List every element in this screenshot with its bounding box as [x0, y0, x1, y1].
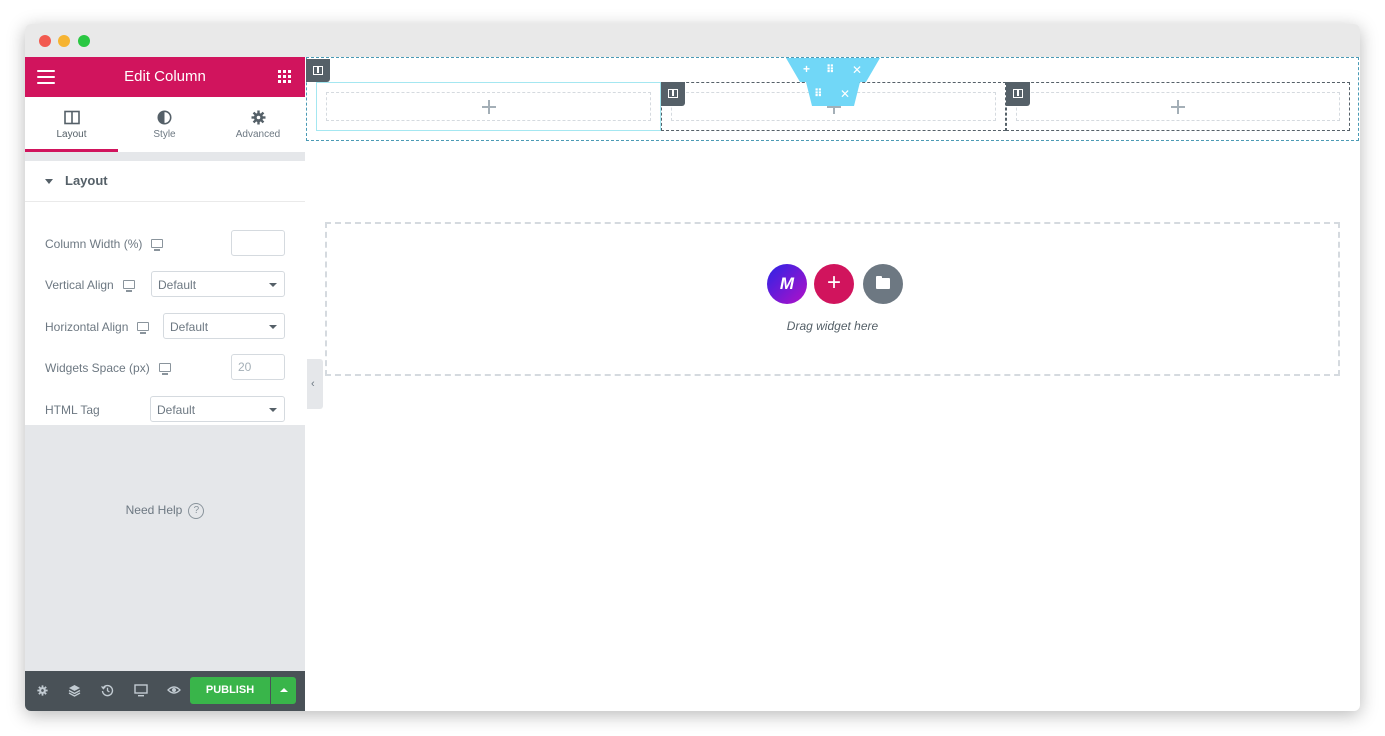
tab-style-label: Style	[153, 129, 176, 140]
add-template-button[interactable]	[863, 264, 903, 304]
gear-icon	[37, 685, 48, 696]
add-section-icon[interactable]: +	[803, 62, 810, 76]
layout-controls: Column Width (%) Vertical Align Default …	[25, 202, 305, 425]
widgets-grid-icon[interactable]	[278, 70, 291, 83]
publish-options-button[interactable]	[271, 677, 296, 704]
publish-button[interactable]: PUBLISH	[190, 677, 270, 704]
need-help-link[interactable]: Need Help?	[25, 503, 305, 519]
title-bar	[25, 24, 1360, 57]
add-new-section-button[interactable]: +	[814, 264, 854, 304]
add-widget-plus-icon[interactable]	[1171, 99, 1185, 114]
widgets-space-control: Widgets Space (px) 20	[25, 353, 305, 383]
vertical-align-control: Vertical Align Default	[25, 270, 305, 300]
navigator-footer-button[interactable]	[59, 671, 91, 711]
column-1[interactable]	[316, 82, 661, 131]
template-library-logo-button[interactable]: M	[767, 264, 807, 304]
columns-icon	[63, 110, 80, 125]
tab-advanced[interactable]: Advanced	[211, 97, 305, 152]
question-circle-icon: ?	[188, 503, 205, 519]
column-width-label: Column Width (%)	[45, 237, 143, 251]
horizontal-align-label: Horizontal Align	[45, 320, 129, 334]
tab-layout[interactable]: Layout	[25, 97, 118, 152]
chevron-left-icon: ‹	[311, 378, 315, 390]
widgets-space-label: Widgets Space (px)	[45, 361, 150, 375]
gear-icon	[251, 110, 265, 125]
delete-column-icon[interactable]: ✕	[840, 87, 850, 101]
column-2-handle[interactable]	[661, 82, 685, 106]
panel-tabs: Layout Style Advanced	[25, 97, 305, 152]
responsive-icon	[134, 684, 148, 697]
empty-column-area[interactable]	[1016, 92, 1340, 121]
tab-advanced-label: Advanced	[235, 129, 281, 140]
column-edit-icon	[668, 89, 678, 98]
layout-section-header[interactable]: Layout	[25, 161, 305, 202]
eye-icon	[167, 686, 181, 694]
panel-footer: PUBLISH	[25, 671, 305, 711]
preview-footer-button[interactable]	[158, 671, 190, 711]
column-3[interactable]	[1006, 82, 1350, 131]
section-title: Layout	[65, 173, 108, 188]
vertical-align-label: Vertical Align	[45, 278, 114, 292]
minimize-window-button[interactable]	[58, 35, 70, 47]
editor-panel: Edit Column Layout Style Advanced Layout	[25, 57, 305, 711]
app-window: Edit Column Layout Style Advanced Layout	[25, 24, 1360, 711]
drag-section-icon[interactable]: ⠿	[826, 63, 835, 76]
column-width-input[interactable]	[231, 230, 285, 256]
drag-widget-hint: Drag widget here	[786, 319, 879, 333]
section-toolbar: + ⠿ ✕ ⠿ ✕	[786, 58, 880, 106]
desktop-responsive-icon[interactable]	[137, 322, 150, 334]
html-tag-select[interactable]: Default	[150, 396, 285, 422]
horizontal-align-control: Horizontal Align Default	[25, 312, 305, 342]
tab-style[interactable]: Style	[118, 97, 211, 152]
layers-icon	[68, 685, 81, 697]
folder-icon	[876, 276, 890, 289]
column-width-control: Column Width (%)	[25, 229, 305, 259]
add-section-dropzone[interactable]: M + Drag widget here	[325, 222, 1340, 376]
desktop-responsive-icon[interactable]	[158, 363, 171, 375]
delete-section-icon[interactable]: ✕	[852, 63, 862, 77]
history-footer-button[interactable]	[92, 671, 124, 711]
column-edit-icon	[1013, 89, 1023, 98]
widgets-space-input[interactable]: 20	[231, 354, 285, 380]
html-tag-label: HTML Tag	[45, 403, 100, 417]
horizontal-align-select[interactable]: Default	[163, 313, 285, 339]
settings-footer-button[interactable]	[26, 671, 58, 711]
column-3-handle[interactable]	[1006, 82, 1030, 106]
half-circle-icon	[157, 110, 172, 125]
section-handle[interactable]	[306, 59, 330, 82]
tab-layout-label: Layout	[56, 129, 87, 140]
empty-column-area[interactable]	[326, 92, 651, 121]
vertical-align-select[interactable]: Default	[151, 271, 285, 297]
section-columns-icon	[313, 66, 323, 75]
desktop-responsive-icon[interactable]	[151, 239, 164, 251]
drag-column-icon[interactable]: ⠿	[814, 87, 823, 100]
add-widget-plus-icon[interactable]	[481, 99, 496, 114]
responsive-footer-button[interactable]	[125, 671, 157, 711]
caret-down-icon	[45, 179, 53, 184]
html-tag-control: HTML Tag Default	[25, 395, 305, 425]
history-icon	[101, 684, 114, 697]
close-window-button[interactable]	[39, 35, 51, 47]
panel-title: Edit Column	[124, 68, 206, 85]
desktop-responsive-icon[interactable]	[122, 280, 135, 292]
collapse-panel-button[interactable]: ‹	[307, 359, 323, 409]
maximize-window-button[interactable]	[78, 35, 90, 47]
need-help-label: Need Help	[125, 503, 183, 518]
panel-header: Edit Column	[25, 57, 305, 97]
